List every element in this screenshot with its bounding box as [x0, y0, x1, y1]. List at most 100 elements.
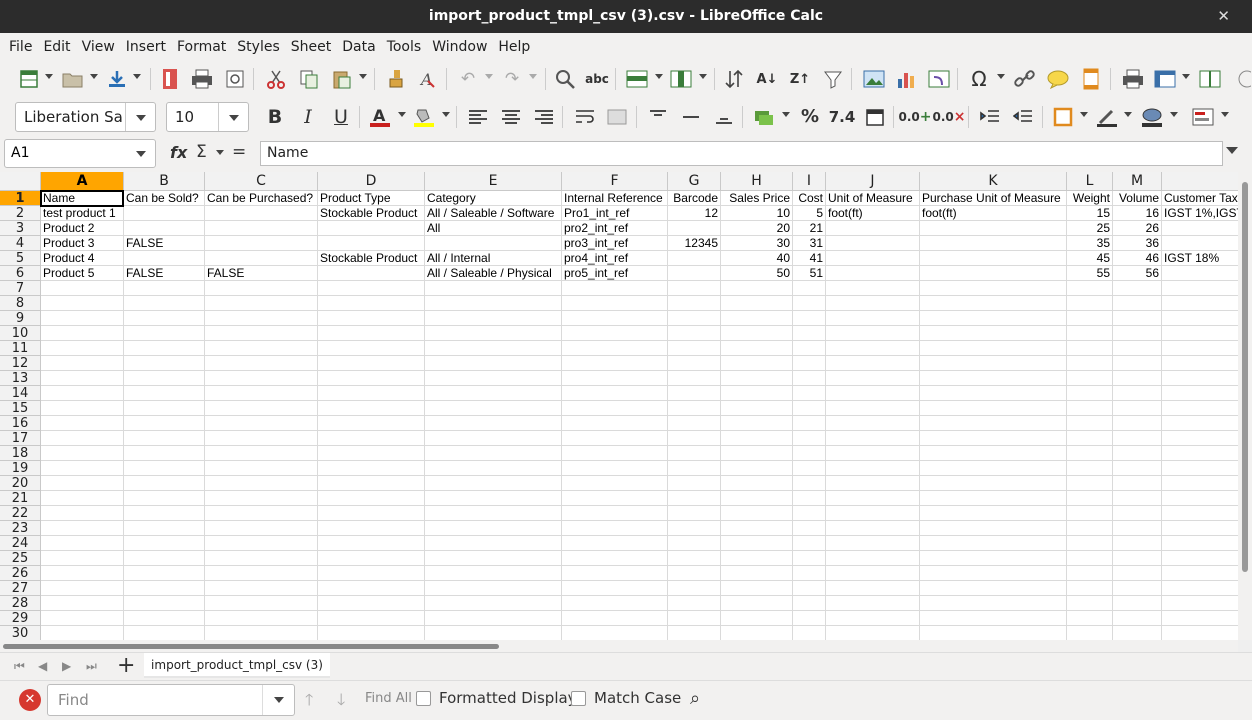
cell[interactable] [1113, 356, 1162, 371]
cell[interactable] [1113, 506, 1162, 521]
cell[interactable] [1162, 611, 1238, 626]
copy-icon[interactable] [296, 66, 322, 92]
cell[interactable] [425, 461, 562, 476]
cell[interactable] [1113, 581, 1162, 596]
cell[interactable] [920, 476, 1067, 491]
cell[interactable] [1113, 311, 1162, 326]
column-header-e[interactable]: E [425, 172, 562, 191]
find-replace-dialog-icon[interactable]: ⌕ [690, 688, 700, 709]
cell[interactable] [318, 491, 425, 506]
row-header[interactable]: 13 [0, 371, 41, 386]
row-header[interactable]: 3 [0, 221, 41, 236]
cell[interactable]: foot(ft) [826, 206, 920, 221]
date-format-icon[interactable] [862, 104, 888, 130]
cell[interactable] [562, 416, 668, 431]
cell[interactable] [41, 341, 124, 356]
highlight-color-icon[interactable] [411, 104, 437, 130]
row-header[interactable]: 23 [0, 521, 41, 536]
cell[interactable] [124, 566, 205, 581]
cell[interactable] [1067, 566, 1113, 581]
cell[interactable]: 55 [1067, 266, 1113, 281]
cell[interactable] [562, 596, 668, 611]
cell[interactable] [124, 581, 205, 596]
cell[interactable] [721, 356, 793, 371]
cell[interactable] [425, 476, 562, 491]
cell[interactable] [425, 341, 562, 356]
cell[interactable] [1113, 611, 1162, 626]
cell[interactable] [1113, 596, 1162, 611]
formula-input[interactable]: Name [260, 141, 1223, 166]
cell[interactable]: Product 5 [41, 266, 124, 281]
cell[interactable] [826, 596, 920, 611]
cell[interactable] [318, 386, 425, 401]
row-header[interactable]: 17 [0, 431, 41, 446]
print-icon[interactable] [189, 66, 215, 92]
split-window-icon[interactable] [1197, 66, 1223, 92]
cell[interactable] [1067, 536, 1113, 551]
cell[interactable] [793, 506, 826, 521]
cell[interactable] [793, 521, 826, 536]
menu-format[interactable]: Format [172, 39, 231, 55]
cell[interactable] [318, 236, 425, 251]
cell[interactable] [793, 566, 826, 581]
row-header[interactable]: 30 [0, 626, 41, 640]
cell[interactable] [318, 536, 425, 551]
cell[interactable] [721, 581, 793, 596]
cell[interactable] [41, 611, 124, 626]
cell[interactable] [826, 536, 920, 551]
cell[interactable] [318, 521, 425, 536]
cell[interactable] [425, 551, 562, 566]
cell[interactable] [124, 506, 205, 521]
cell[interactable] [1067, 356, 1113, 371]
row-header[interactable]: 22 [0, 506, 41, 521]
cell[interactable]: 16 [1113, 206, 1162, 221]
cell[interactable] [1067, 296, 1113, 311]
cell[interactable] [1162, 461, 1238, 476]
delete-decimal-button[interactable]: 0.0 × [933, 104, 966, 130]
cell[interactable] [668, 296, 721, 311]
cell[interactable]: pro3_int_ref [562, 236, 668, 251]
vertical-scrollbar[interactable] [1238, 172, 1252, 640]
conditional-format-dropdown-icon[interactable] [1221, 112, 1229, 117]
cell[interactable]: 50 [721, 266, 793, 281]
cell[interactable] [425, 386, 562, 401]
header-cell[interactable]: Cost [793, 191, 826, 206]
save-dropdown-icon[interactable] [133, 74, 141, 79]
cell[interactable] [793, 551, 826, 566]
match-case-checkbox[interactable] [571, 691, 586, 706]
cell[interactable] [205, 566, 318, 581]
header-cell[interactable]: Can be Purchased? [205, 191, 318, 206]
cell[interactable] [562, 296, 668, 311]
cell[interactable] [793, 341, 826, 356]
cell[interactable] [205, 521, 318, 536]
cell[interactable] [793, 611, 826, 626]
cell[interactable] [124, 206, 205, 221]
cell[interactable] [41, 446, 124, 461]
cell[interactable] [205, 461, 318, 476]
cell[interactable] [205, 551, 318, 566]
hyperlink-icon[interactable] [1012, 66, 1038, 92]
cell[interactable] [318, 506, 425, 521]
font-size-combo[interactable]: 10 [166, 102, 249, 132]
sheet-tab[interactable]: import_product_tmpl_csv (3) [144, 653, 330, 678]
cell[interactable]: 12345 [668, 236, 721, 251]
cell[interactable] [124, 521, 205, 536]
cell[interactable] [425, 626, 562, 640]
cell[interactable] [1113, 416, 1162, 431]
row-dropdown-icon[interactable] [655, 74, 663, 79]
cell[interactable] [668, 401, 721, 416]
cell[interactable]: 10 [721, 206, 793, 221]
cell[interactable] [205, 446, 318, 461]
cell[interactable] [826, 521, 920, 536]
cell[interactable] [205, 206, 318, 221]
cell[interactable] [562, 401, 668, 416]
align-center-icon[interactable] [498, 104, 524, 130]
sum-dropdown-icon[interactable] [216, 150, 224, 155]
cell[interactable] [425, 296, 562, 311]
cell[interactable] [793, 491, 826, 506]
cell[interactable] [562, 521, 668, 536]
cell[interactable] [668, 446, 721, 461]
spelling-icon[interactable]: abc [584, 66, 610, 92]
cell[interactable] [793, 536, 826, 551]
cell[interactable]: FALSE [124, 236, 205, 251]
